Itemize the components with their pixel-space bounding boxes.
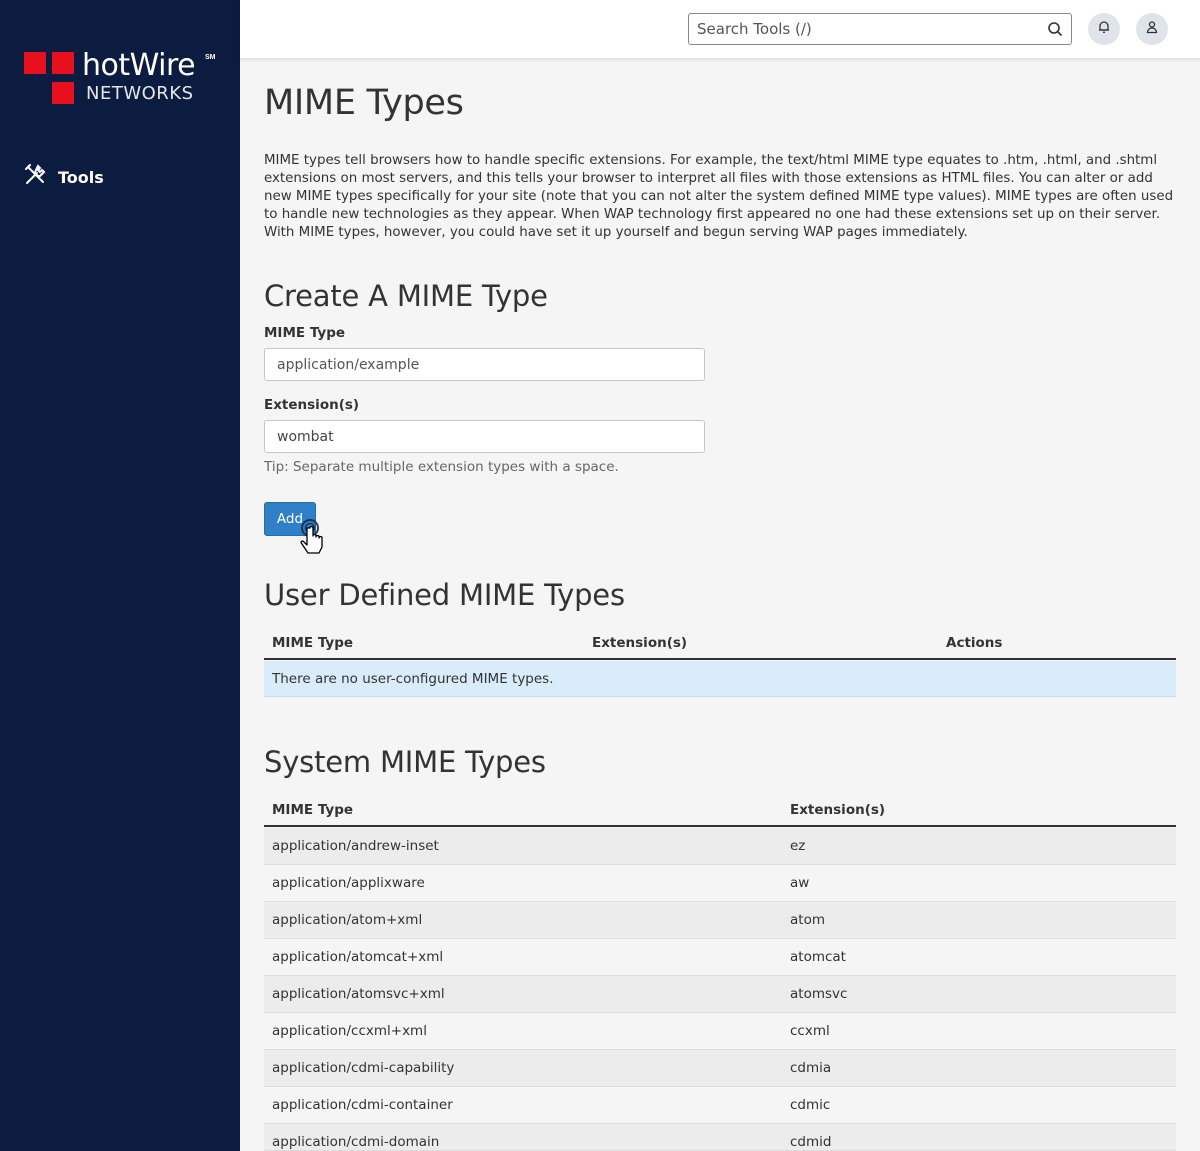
mime-type-cell: application/andrew-inset [272, 838, 439, 854]
extensions-label: Extension(s) [264, 397, 360, 413]
extension-cell: cdmid [790, 1134, 832, 1150]
sidebar-item-label: Tools [58, 167, 104, 187]
extensions-tip: Tip: Separate multiple extension types w… [264, 459, 619, 475]
create-heading: Create A MIME Type [264, 279, 548, 313]
brand-logo[interactable]: hotWire SM NETWORKS [24, 48, 224, 108]
table-row: application/cdmi-container cdmic [264, 1087, 1176, 1124]
brand-name: hotWire [82, 48, 196, 83]
sidebar-item-tools[interactable]: Tools [24, 163, 104, 191]
page-description: MIME types tell browsers how to handle s… [264, 153, 1174, 240]
search-input[interactable] [689, 14, 1029, 44]
brand-subtitle: NETWORKS [86, 83, 194, 104]
mime-type-cell: application/atomcat+xml [272, 949, 444, 965]
table-row: application/applixware aw [264, 865, 1176, 902]
top-bar [240, 0, 1200, 59]
notifications-button[interactable] [1088, 13, 1120, 45]
column-header[interactable]: MIME Type [272, 802, 353, 818]
search-box[interactable] [688, 13, 1072, 45]
mime-type-input[interactable] [265, 349, 704, 380]
search-icon[interactable] [1047, 21, 1063, 42]
table-row: application/atomsvc+xml atomsvc [264, 976, 1176, 1013]
user-menu-button[interactable] [1136, 13, 1168, 45]
mime-type-cell: application/applixware [272, 875, 425, 891]
table-row: application/atomcat+xml atomcat [264, 939, 1176, 976]
mime-type-cell: application/cdmi-capability [272, 1060, 455, 1076]
user-icon [1145, 20, 1159, 39]
logo-square [52, 82, 74, 104]
logo-square [52, 52, 74, 74]
tools-icon [24, 163, 46, 191]
hand-cursor-icon [296, 517, 326, 564]
column-header: Actions [946, 635, 1003, 651]
extension-cell: ez [790, 838, 806, 854]
sidebar: hotWire SM NETWORKS Tools [0, 0, 240, 1151]
bell-icon [1097, 20, 1111, 39]
mime-type-cell: application/cdmi-domain [272, 1134, 440, 1150]
extension-cell: aw [790, 875, 810, 891]
table-row: application/ccxml+xml ccxml [264, 1013, 1176, 1050]
logo-square [24, 52, 46, 74]
extension-cell: cdmic [790, 1097, 831, 1113]
mime-type-cell: application/atom+xml [272, 912, 423, 928]
extension-cell: atomsvc [790, 986, 848, 1002]
mime-type-field[interactable] [264, 348, 705, 381]
table-row: application/cdmi-domain cdmid [264, 1124, 1176, 1151]
column-header[interactable]: Extension(s) [790, 802, 885, 818]
table-row: application/atom+xml atom [264, 902, 1176, 939]
system-heading: System MIME Types [264, 745, 546, 779]
user-defined-table-header: MIME Type Extension(s) Actions [264, 626, 1176, 660]
extension-cell: atom [790, 912, 825, 928]
system-table-header: MIME Type Extension(s) [264, 793, 1176, 827]
table-row: application/cdmi-capability cdmia [264, 1050, 1176, 1087]
user-defined-heading: User Defined MIME Types [264, 578, 625, 612]
column-header[interactable]: Extension(s) [592, 635, 687, 651]
extensions-input[interactable] [265, 421, 704, 452]
mime-type-cell: application/ccxml+xml [272, 1023, 427, 1039]
page-title: MIME Types [264, 83, 464, 123]
mime-type-cell: application/atomsvc+xml [272, 986, 445, 1002]
column-header[interactable]: MIME Type [272, 635, 353, 651]
extensions-field[interactable] [264, 420, 705, 453]
extension-cell: ccxml [790, 1023, 830, 1039]
empty-table-message: There are no user-configured MIME types. [264, 661, 1176, 697]
mime-type-label: MIME Type [264, 325, 346, 341]
extension-cell: cdmia [790, 1060, 832, 1076]
service-mark: SM [205, 54, 216, 61]
table-row: application/andrew-inset ez [264, 828, 1176, 865]
mime-type-cell: application/cdmi-container [272, 1097, 453, 1113]
extension-cell: atomcat [790, 949, 846, 965]
